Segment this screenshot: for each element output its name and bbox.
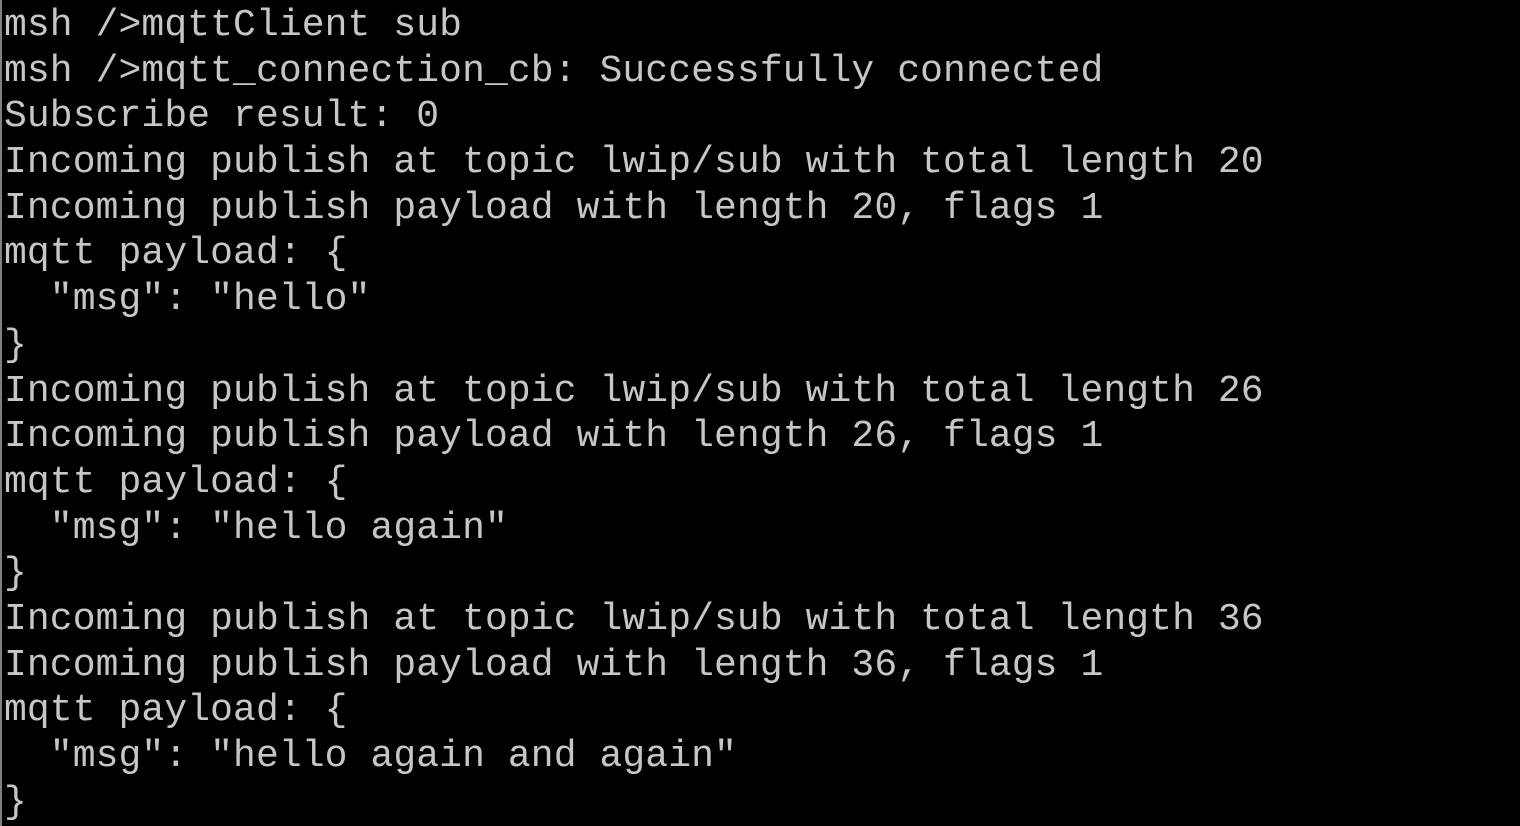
terminal-line: "msg": "hello" (4, 278, 371, 322)
terminal-line: } (4, 323, 27, 367)
terminal-line: "msg": "hello again" (4, 506, 508, 550)
terminal-line: msh />mqttClient sub (4, 4, 463, 47)
terminal-line: Incoming publish at topic lwip/sub with … (4, 597, 1264, 641)
terminal-line: Incoming publish payload with length 26,… (4, 415, 1104, 459)
terminal-line: Incoming publish at topic lwip/sub with … (4, 141, 1264, 185)
terminal-line: mqtt payload: { (4, 460, 348, 504)
window-border (0, 0, 2, 826)
terminal-line: Incoming publish at topic lwip/sub with … (4, 369, 1264, 413)
terminal-line: Incoming publish payload with length 36,… (4, 643, 1104, 687)
terminal-line: } (4, 780, 27, 824)
terminal-line: } (4, 552, 27, 596)
terminal-line: mqtt payload: { (4, 689, 348, 733)
terminal-line: "msg": "hello again and again" (4, 735, 737, 778)
terminal-line: mqtt payload: { (4, 232, 348, 276)
terminal-line: Subscribe result: 0 (4, 95, 440, 139)
terminal-line: Incoming publish payload with length 20,… (4, 186, 1104, 230)
terminal-line: msh />mqtt_connection_cb: Successfully c… (4, 49, 1104, 93)
terminal-output[interactable]: msh />mqttClient sub msh />mqtt_connectio… (4, 3, 1264, 825)
